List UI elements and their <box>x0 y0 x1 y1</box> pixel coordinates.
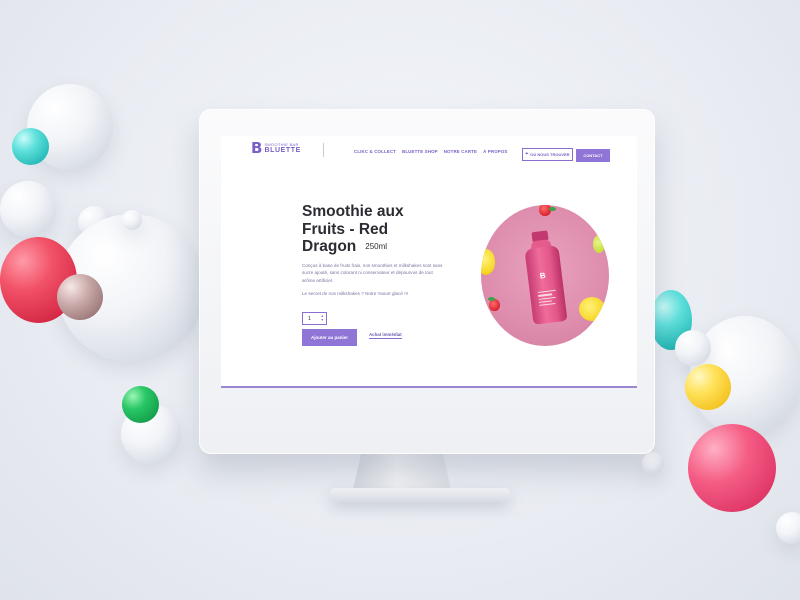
leaf-image <box>488 297 495 301</box>
decor-sphere <box>688 424 776 512</box>
website-screen: B SMOOTHIE BAR BLUETTE CLIKC & COLLECT B… <box>221 136 637 388</box>
product-title: Smoothie aux Fruits - Red Dragon 250ml <box>302 203 432 256</box>
decor-sphere <box>642 452 664 474</box>
header-divider <box>323 143 324 157</box>
main-nav: CLIKC & COLLECT BLUETTE SHOP NOTRE CARTE… <box>354 149 508 154</box>
nav-item-click-collect[interactable]: CLIKC & COLLECT <box>354 149 396 154</box>
decor-sphere <box>57 274 103 320</box>
site-logo[interactable]: B SMOOTHIE BAR BLUETTE <box>251 141 301 156</box>
decor-sphere <box>12 128 49 165</box>
decor-sphere <box>122 210 142 230</box>
smoothie-bottle: B <box>523 229 568 325</box>
map-pin-icon: ⌖ <box>525 151 529 157</box>
bottle-logo: B <box>539 270 547 281</box>
buy-now-link[interactable]: Achat immédiat <box>369 332 402 339</box>
contact-button[interactable]: CONTACT <box>576 149 610 162</box>
bottle-body: B <box>524 245 568 325</box>
nav-item-about[interactable]: À PROPOS <box>483 149 507 154</box>
quantity-stepper[interactable]: 1 ▲ ▼ <box>302 312 327 325</box>
lime-image <box>593 235 605 253</box>
logo-title: BLUETTE <box>264 147 301 154</box>
leaf-image <box>549 207 556 211</box>
logo-mark: B <box>251 139 263 157</box>
nav-item-menu[interactable]: NOTRE CARTE <box>444 149 477 154</box>
nav-item-shop[interactable]: BLUETTE SHOP <box>402 149 438 154</box>
decor-sphere <box>675 330 711 366</box>
product-name: Smoothie aux Fruits - Red Dragon <box>302 203 404 255</box>
add-to-cart-button[interactable]: Ajouter au panier <box>302 329 357 346</box>
site-header: B SMOOTHIE BAR BLUETTE CLIKC & COLLECT B… <box>221 136 637 166</box>
find-us-label: OÙ NOUS TROUVER <box>530 152 570 157</box>
logo-text: SMOOTHIE BAR BLUETTE <box>264 142 300 155</box>
decor-sphere <box>122 386 159 423</box>
product-secret: Le secret de nos milkshakes ? Notre Yaou… <box>302 291 409 296</box>
decor-sphere <box>0 181 56 237</box>
decor-sphere <box>776 512 800 544</box>
decor-sphere <box>685 364 731 410</box>
quantity-arrows: ▲ ▼ <box>321 314 324 323</box>
product-volume: 250ml <box>365 242 388 252</box>
bottle-label <box>537 289 558 312</box>
lemon-image <box>481 249 495 275</box>
chevron-down-icon[interactable]: ▼ <box>321 318 324 323</box>
lemon-image <box>579 297 605 321</box>
find-us-button[interactable]: ⌖ OÙ NOUS TROUVER <box>522 148 573 161</box>
quantity-value: 1 <box>308 315 312 322</box>
monitor-base <box>330 488 510 502</box>
product-description: Conçus à base de fruits frais, nos smoot… <box>302 263 443 283</box>
product-image: B <box>481 205 609 346</box>
